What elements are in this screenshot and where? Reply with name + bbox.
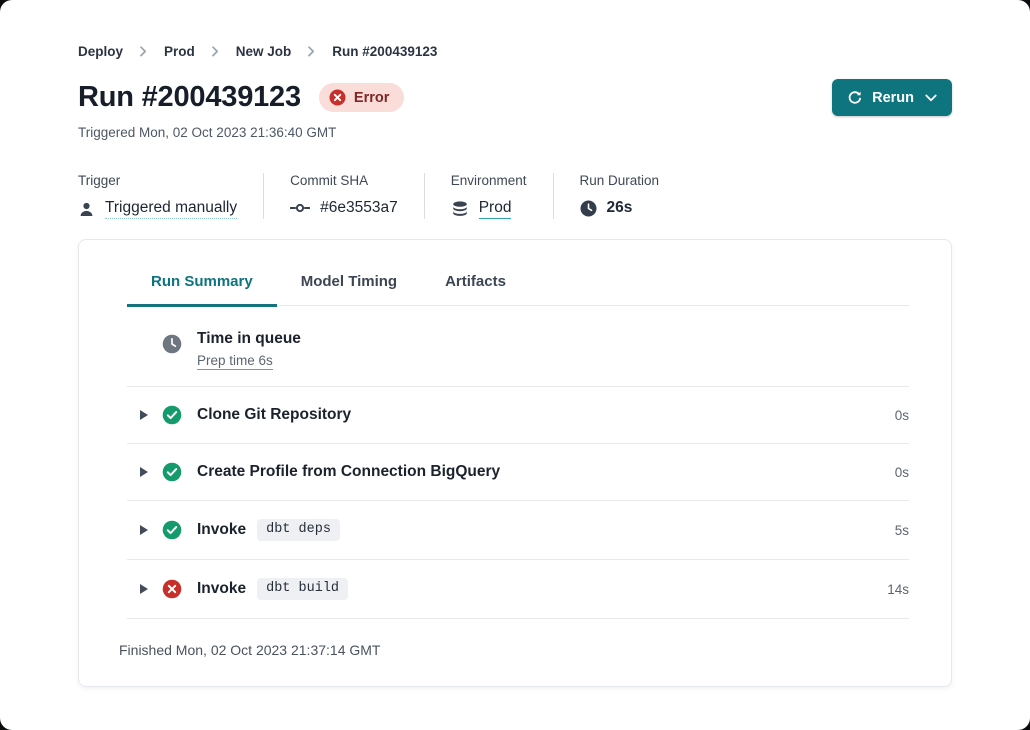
commit-sha-value: #6e3553a7 [320, 199, 398, 217]
step-title: Invoke [197, 521, 246, 539]
step-duration: 5s [895, 523, 909, 538]
step-row-dbt-deps[interactable]: Invoke dbt deps 5s [127, 501, 909, 560]
trigger-value[interactable]: Triggered manually [105, 199, 237, 219]
prep-time-link[interactable]: Prep time 6s [197, 353, 273, 370]
rerun-button[interactable]: Rerun [832, 79, 952, 116]
expand-triangle-icon[interactable] [139, 583, 149, 595]
run-metadata: Trigger Triggered manually Commit SHA #6… [78, 173, 952, 219]
step-row-create-profile[interactable]: Create Profile from Connection BigQuery … [127, 444, 909, 501]
meta-environment: Environment Prod [425, 173, 554, 219]
rerun-button-label: Rerun [872, 90, 914, 106]
step-duration: 0s [895, 408, 909, 423]
finished-timestamp: Finished Mon, 02 Oct 2023 21:37:14 GMT [79, 619, 951, 686]
expand-triangle-icon[interactable] [139, 409, 149, 421]
commit-icon [290, 202, 310, 214]
status-badge-label: Error [354, 90, 389, 106]
meta-trigger-label: Trigger [78, 173, 237, 188]
error-circle-icon [329, 89, 346, 106]
run-duration-value: 26s [607, 199, 633, 217]
chevron-right-icon [306, 46, 317, 57]
step-title: Invoke [197, 580, 246, 598]
queue-row: Time in queue Prep time 6s [127, 306, 909, 387]
meta-trigger: Trigger Triggered manually [78, 173, 264, 219]
success-check-icon [162, 462, 182, 482]
success-check-icon [162, 520, 182, 540]
breadcrumb: Deploy Prod New Job Run #200439123 [78, 44, 952, 59]
database-icon [451, 201, 469, 218]
title-row: Run #200439123 Error Rerun [78, 79, 952, 116]
breadcrumb-deploy[interactable]: Deploy [78, 44, 123, 59]
person-icon [78, 201, 95, 218]
refresh-icon [847, 90, 863, 106]
run-summary-card: Run Summary Model Timing Artifacts Time … [78, 239, 952, 687]
step-title: Clone Git Repository [197, 406, 351, 424]
tab-bar: Run Summary Model Timing Artifacts [127, 240, 909, 306]
meta-commit-label: Commit SHA [290, 173, 398, 188]
step-list: Time in queue Prep time 6s Clone Git Rep… [127, 306, 909, 619]
step-title: Create Profile from Connection BigQuery [197, 463, 500, 481]
step-command-chip: dbt build [257, 578, 348, 600]
expand-triangle-icon[interactable] [139, 524, 149, 536]
breadcrumb-current-run: Run #200439123 [332, 44, 437, 59]
chevron-down-icon [925, 94, 937, 102]
tab-artifacts[interactable]: Artifacts [421, 273, 530, 307]
triggered-timestamp: Triggered Mon, 02 Oct 2023 21:36:40 GMT [78, 125, 952, 140]
tab-run-summary[interactable]: Run Summary [127, 273, 277, 307]
chevron-right-icon [210, 46, 221, 57]
step-command-chip: dbt deps [257, 519, 340, 541]
page-title: Run #200439123 [78, 81, 301, 114]
meta-run-duration: Run Duration 26s [554, 173, 686, 219]
meta-duration-label: Run Duration [580, 173, 660, 188]
queue-clock-icon [162, 334, 182, 354]
breadcrumb-prod[interactable]: Prod [164, 44, 195, 59]
status-badge: Error [319, 83, 404, 112]
error-circle-icon [162, 579, 182, 599]
step-row-clone-git[interactable]: Clone Git Repository 0s [127, 387, 909, 444]
success-check-icon [162, 405, 182, 425]
environment-link[interactable]: Prod [479, 199, 512, 219]
step-duration: 0s [895, 465, 909, 480]
expand-triangle-icon[interactable] [139, 466, 149, 478]
queue-title: Time in queue [197, 330, 301, 348]
breadcrumb-new-job[interactable]: New Job [236, 44, 292, 59]
tab-model-timing[interactable]: Model Timing [277, 273, 421, 307]
chevron-right-icon [138, 46, 149, 57]
clock-icon [580, 200, 597, 217]
app-window: Deploy Prod New Job Run #200439123 Run #… [0, 0, 1030, 730]
meta-environment-label: Environment [451, 173, 527, 188]
step-duration: 14s [887, 582, 909, 597]
meta-commit-sha: Commit SHA #6e3553a7 [264, 173, 425, 219]
step-row-dbt-build[interactable]: Invoke dbt build 14s [127, 560, 909, 619]
